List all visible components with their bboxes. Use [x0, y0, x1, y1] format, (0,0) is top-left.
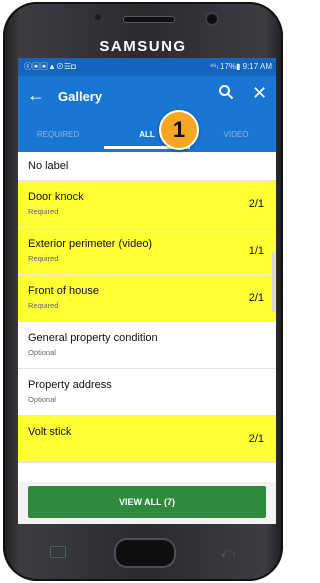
item-count: 1/1 [248, 245, 264, 257]
item-requirement: Optional [28, 395, 56, 404]
app-bar: ← Gallery ✕ [18, 76, 276, 116]
item-label: Front of house [28, 285, 99, 297]
tab-bar: REQUIRED ALL VIDEO [18, 116, 276, 152]
bottom-action-bar: VIEW ALL (7) [18, 482, 276, 524]
list-item-property-address[interactable]: Property address Optional [18, 369, 276, 416]
item-count: 2/1 [248, 433, 264, 445]
scrollbar[interactable] [272, 252, 275, 312]
item-label: Exterior perimeter (video) [28, 238, 153, 250]
list-item-no-label[interactable]: No label [18, 152, 276, 181]
list-item-exterior-perimeter[interactable]: Exterior perimeter (video) Required 1/1 [18, 228, 276, 275]
search-icon[interactable] [218, 84, 234, 100]
item-label: No label [28, 160, 69, 172]
home-button[interactable] [114, 538, 176, 568]
sensor [95, 14, 101, 20]
item-requirement: Optional [28, 348, 56, 357]
gallery-list: No label Door knock Required 2/1 Exterio… [18, 152, 276, 482]
page-title: Gallery [58, 89, 103, 104]
front-camera [205, 12, 219, 26]
earpiece-speaker [123, 16, 175, 23]
item-requirement: Required [28, 301, 59, 310]
close-icon[interactable]: ✕ [252, 83, 267, 103]
callout-badge: 1 [159, 110, 199, 150]
tab-required[interactable]: REQUIRED [30, 130, 86, 139]
status-icons: ⓒ▣▣▲⊘☰◘ [24, 62, 76, 71]
item-label: Volt stick [28, 426, 72, 438]
list-item-volt-stick[interactable]: Volt stick 2/1 [18, 416, 276, 463]
back-arrow-icon[interactable]: ← [27, 85, 45, 105]
status-time: ⁴⁶ₗ 17%▮ 9:17 AM [209, 62, 272, 71]
back-key-icon[interactable]: ⤺ [220, 544, 235, 561]
item-requirement: Required [28, 207, 59, 216]
list-item-front-of-house[interactable]: Front of house Required 2/1 [18, 275, 276, 322]
item-label: General property condition [28, 332, 158, 344]
item-requirement: Required [28, 254, 59, 263]
item-label: Property address [28, 379, 112, 391]
item-label: Door knock [28, 191, 84, 203]
tab-video[interactable]: VIDEO [214, 130, 258, 139]
view-all-button[interactable]: VIEW ALL (7) [28, 486, 266, 518]
list-item-general-property-condition[interactable]: General property condition Optional [18, 322, 276, 369]
screen: ⓒ▣▣▲⊘☰◘ ⁴⁶ₗ 17%▮ 9:17 AM ← Gallery ✕ REQ… [18, 58, 276, 524]
recent-apps-key-icon[interactable] [50, 546, 66, 558]
brand-logo: SAMSUNG [99, 38, 187, 55]
item-count: 2/1 [248, 198, 264, 210]
list-item-door-knock[interactable]: Door knock Required 2/1 [18, 181, 276, 228]
status-bar: ⓒ▣▣▲⊘☰◘ ⁴⁶ₗ 17%▮ 9:17 AM [18, 58, 276, 76]
item-count: 2/1 [248, 292, 264, 304]
